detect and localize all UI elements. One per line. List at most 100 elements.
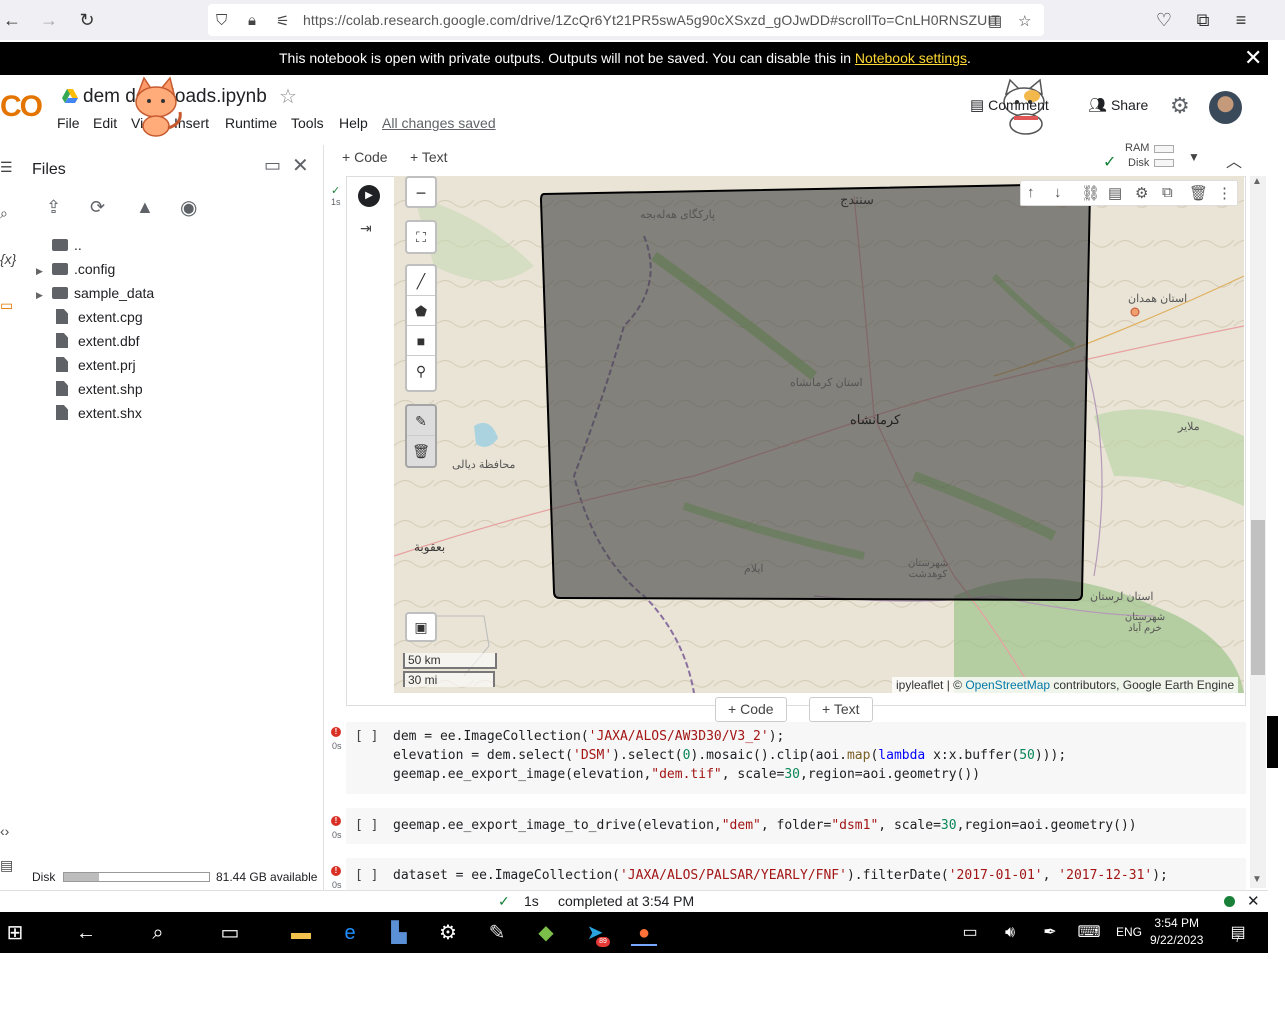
gear-icon[interactable]: ⚙ <box>1170 93 1190 119</box>
add-text-button[interactable]: + Text <box>410 149 448 165</box>
run-cell-button[interactable]: ▶ <box>358 185 380 207</box>
fullscreen-icon[interactable]: ⛶ <box>407 222 435 252</box>
clock-date[interactable]: 9/22/2023 <box>1150 932 1203 949</box>
delete-icon[interactable]: 🗑︎ <box>1189 184 1208 202</box>
upload-file-icon[interactable]: ⇪ <box>46 197 61 218</box>
tree-item-label[interactable]: sample_data <box>74 285 154 301</box>
reader-view-icon[interactable]: ▤ <box>988 12 1002 30</box>
star-icon[interactable]: ☆ <box>279 84 297 109</box>
output-actions-icon[interactable]: ⇥ <box>360 220 372 237</box>
logo-text[interactable]: CO <box>0 90 43 123</box>
tree-item-label[interactable]: .config <box>74 261 115 277</box>
tree-item-label[interactable]: .. <box>74 237 82 253</box>
lock-icon[interactable]: 🔒︎ <box>248 12 256 29</box>
code-snippets-icon[interactable]: ‹› <box>0 823 9 839</box>
tree-item-extent-cpg[interactable]: extent.cpg <box>36 309 143 331</box>
scroll-up-icon[interactable]: ▲ <box>1252 176 1262 187</box>
comment-icon[interactable]: ▤ <box>1108 184 1122 202</box>
save-status-link[interactable]: All changes saved <box>382 115 496 131</box>
forward-arrow-icon[interactable]: → <box>37 8 61 32</box>
firefox-icon[interactable]: ● <box>631 920 657 946</box>
tree-item-sample-data[interactable]: ▶ sample_data <box>36 285 154 307</box>
language-indicator[interactable]: ENG <box>1116 925 1142 939</box>
open-in-tab-icon[interactable]: ▭ <box>264 155 281 176</box>
share-button[interactable]: 👥︎ Share <box>1088 96 1148 114</box>
menu-runtime[interactable]: Runtime <box>225 115 277 131</box>
reload-icon[interactable]: ↻ <box>75 8 99 32</box>
folder-icon[interactable]: ▭ <box>0 297 13 314</box>
task-view-icon[interactable]: ▭ <box>217 920 243 946</box>
back-arrow-icon[interactable]: ← <box>73 920 99 946</box>
scroll-down-icon[interactable]: ▼ <box>1252 874 1262 885</box>
tree-item-extent-shp[interactable]: extent.shp <box>36 381 143 403</box>
clock-time[interactable]: 3:54 PM <box>1150 915 1203 932</box>
draw-rectangle-icon[interactable]: ■ <box>407 326 435 356</box>
table-of-contents-icon[interactable]: ☰ <box>0 159 13 176</box>
leaflet-map[interactable]: سنندج پارکگای هه‌لەبجه استان همدان استان… <box>394 176 1244 693</box>
keyboard-icon[interactable]: ⌨ <box>1076 920 1102 946</box>
tree-item-label[interactable]: extent.prj <box>78 357 136 373</box>
shield-icon[interactable]: ⛉ <box>216 12 227 29</box>
tree-item-label[interactable]: extent.shp <box>78 381 143 397</box>
pocket-icon[interactable]: ♡ <box>1152 8 1176 32</box>
extensions-icon[interactable]: ⧉ <box>1191 8 1215 32</box>
zoom-out-button[interactable]: − <box>407 178 435 208</box>
code-line[interactable]: dataset = ee.ImageCollection('JAXA/ALOS/… <box>393 868 1168 883</box>
permissions-icon[interactable]: ⚟ <box>276 12 289 30</box>
mount-drive-icon[interactable]: ▲ <box>136 197 154 218</box>
add-code-label[interactable]: Code <box>354 149 387 165</box>
tree-item-label[interactable]: extent.cpg <box>78 309 143 325</box>
bookmark-star-icon[interactable]: ☆ <box>1018 12 1031 30</box>
gear-icon[interactable]: ⚙ <box>1135 184 1148 202</box>
add-text-label[interactable]: Text <box>422 149 448 165</box>
osm-link[interactable]: OpenStreetMap <box>965 678 1050 692</box>
comment-button[interactable]: ▤ Comment <box>970 96 1049 114</box>
hamburger-menu-icon[interactable]: ≡ <box>1229 8 1253 32</box>
code-cell[interactable]: [ ] dataset = ee.ImageCollection('JAXA/A… <box>346 858 1246 890</box>
chevron-down-icon[interactable]: ▼ <box>1188 150 1200 164</box>
close-icon[interactable]: ✕ <box>1244 45 1262 71</box>
notebook-settings-link[interactable]: Notebook settings <box>855 50 967 66</box>
tree-item-extent-dbf[interactable]: extent.dbf <box>36 333 140 355</box>
map-canvas[interactable] <box>394 176 1244 693</box>
code-cell[interactable]: [ ] dem = ee.ImageCollection('JAXA/ALOS/… <box>346 722 1246 794</box>
more-vert-icon[interactable]: ⋮ <box>1217 184 1232 202</box>
share-label[interactable]: Share <box>1111 97 1148 113</box>
tree-item-parent[interactable]: .. <box>36 237 82 259</box>
address-bar[interactable]: ⛉ 🔒︎ ⚟ https://colab.research.google.com… <box>208 4 1044 36</box>
close-icon[interactable]: ✕ <box>292 153 309 178</box>
show-hidden-eye-icon[interactable]: ◉ <box>180 195 197 220</box>
tree-item-config[interactable]: ▶ .config <box>36 261 115 283</box>
server-manager-icon[interactable]: ▙ <box>386 920 412 946</box>
insert-code-label[interactable]: Code <box>740 701 773 717</box>
windows-start-icon[interactable]: ⊞ <box>2 920 28 946</box>
menu-edit[interactable]: Edit <box>93 115 117 131</box>
run-cell-bracket[interactable]: [ ] <box>355 868 378 883</box>
code-line[interactable]: dem = ee.ImageCollection('JAXA/ALOS/AW3D… <box>393 729 784 744</box>
document-app-icon[interactable]: ✎ <box>484 920 510 946</box>
close-icon[interactable]: ✕ <box>1247 892 1260 910</box>
colab-logo[interactable]: CO <box>0 90 43 124</box>
menu-tools[interactable]: Tools <box>291 115 324 131</box>
draw-marker-icon[interactable]: ⚲ <box>407 356 435 386</box>
expand-arrow-icon[interactable]: ▶ <box>36 266 52 277</box>
file-explorer-icon[interactable]: ▬ <box>288 920 314 946</box>
insert-text-button[interactable]: + Text <box>809 697 873 722</box>
comment-label[interactable]: Comment <box>988 97 1049 113</box>
add-code-button[interactable]: + Code <box>342 149 388 165</box>
refresh-folder-icon[interactable]: ⟳ <box>90 197 105 218</box>
search-icon[interactable]: ⌕ <box>0 205 8 222</box>
insert-text-label[interactable]: Text <box>834 701 860 717</box>
code-line[interactable]: elevation = dem.select('DSM').select(0).… <box>393 748 1066 763</box>
tree-item-label[interactable]: extent.dbf <box>78 333 140 349</box>
move-up-icon[interactable]: ↑ <box>1027 184 1035 201</box>
terminal-icon[interactable]: ▤ <box>0 857 13 874</box>
run-cell-bracket[interactable]: [ ] <box>355 818 378 833</box>
menu-file[interactable]: File <box>57 115 80 131</box>
url-text[interactable]: https://colab.research.google.com/drive/… <box>303 12 1000 28</box>
tree-item-label[interactable]: extent.shx <box>78 405 142 421</box>
network-icon[interactable]: ▭ <box>957 920 983 946</box>
delete-layers-icon[interactable]: 🗑︎ <box>407 436 435 466</box>
menu-help[interactable]: Help <box>339 115 368 131</box>
collapse-chevron-up-icon[interactable]: ︿ <box>1226 148 1242 172</box>
